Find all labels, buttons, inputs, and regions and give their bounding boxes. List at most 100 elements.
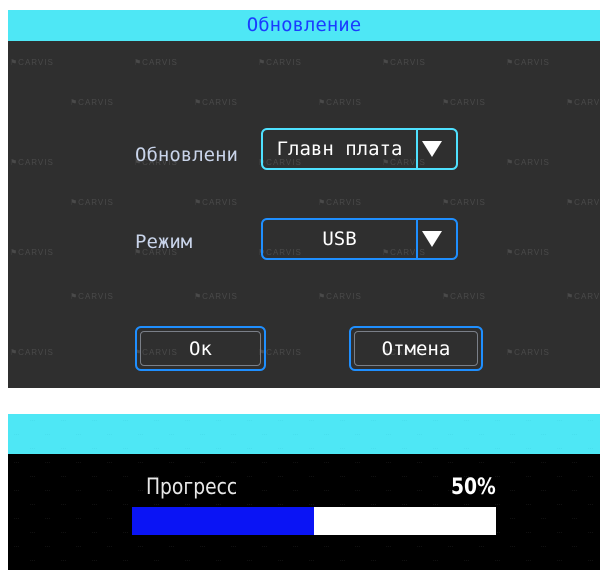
watermark-text: ⚑CARVIS (318, 198, 362, 207)
watermark-text: ··· (433, 446, 438, 452)
watermark-text: ··· (448, 432, 453, 438)
watermark-text: ··· (526, 530, 531, 536)
watermark-text: ··· (340, 558, 345, 564)
watermark-text: ··· (45, 460, 50, 466)
watermark-text: ⚑CARVIS (10, 248, 54, 257)
watermark-text: ··· (138, 488, 143, 494)
watermark-text: ··· (216, 446, 221, 452)
watermark-text: ··· (92, 502, 97, 508)
triangle-down-icon[interactable] (422, 141, 442, 157)
watermark-text: ··· (355, 488, 360, 494)
watermark-text: ··· (588, 530, 593, 536)
watermark-text: ··· (14, 460, 19, 466)
watermark-text: ··· (107, 516, 112, 522)
watermark-text: ··· (92, 418, 97, 424)
watermark-text: ··· (588, 418, 593, 424)
watermark-text: ··· (92, 530, 97, 536)
watermark-text: ··· (30, 530, 35, 536)
watermark-text: ··· (30, 446, 35, 452)
watermark-text: ··· (386, 544, 391, 550)
watermark-text: ⚑CARVIS (566, 98, 600, 107)
update-target-select[interactable]: Главн плата (261, 128, 458, 170)
watermark-text: ··· (309, 474, 314, 480)
watermark-text: ··· (588, 474, 593, 480)
select-divider (416, 220, 418, 258)
ok-button[interactable]: Ок (135, 326, 266, 371)
watermark-text: ⚑CARVIS (258, 58, 302, 67)
watermark-text: ⚑CARVIS (10, 348, 54, 357)
watermark-text: ⚑CARVIS (134, 58, 178, 67)
watermark-text: ··· (510, 488, 515, 494)
watermark-text: ··· (185, 558, 190, 564)
watermark-text: ··· (386, 460, 391, 466)
progress-bar (132, 507, 496, 535)
watermark-text: ··· (45, 516, 50, 522)
watermark-text: ··· (76, 432, 81, 438)
watermark-text: ··· (448, 544, 453, 550)
progress-bar-fill (132, 507, 314, 535)
watermark-text: ··· (510, 516, 515, 522)
mode-value: USB (322, 228, 357, 250)
watermark-text: ··· (433, 474, 438, 480)
progress-panel: ··· ··· ··· ··· ··· ··· ··· ··· ··· ··· ··· ··· ··· ·… (8, 414, 600, 570)
watermark-text: ··· (433, 558, 438, 564)
watermark-text: ··· (45, 432, 50, 438)
watermark-text: ··· (479, 432, 484, 438)
watermark-text: ··· (14, 432, 19, 438)
watermark-text: ··· (541, 432, 546, 438)
watermark-text: ⚑CARVIS (506, 248, 550, 257)
watermark-text: ··· (572, 544, 577, 550)
watermark-text: ··· (495, 446, 500, 452)
watermark-text: ··· (324, 488, 329, 494)
watermark-text: ··· (557, 502, 562, 508)
watermark-text: ⚑CARVIS (382, 58, 426, 67)
watermark-text: ··· (541, 488, 546, 494)
watermark-text: ··· (154, 446, 159, 452)
watermark-text: ··· (169, 432, 174, 438)
watermark-text: ··· (278, 474, 283, 480)
watermark-text: ⚑CARVIS (442, 198, 486, 207)
cancel-button[interactable]: Отмена (349, 326, 483, 371)
watermark-text: ··· (557, 558, 562, 564)
watermark-text: ··· (541, 544, 546, 550)
watermark-text: ··· (107, 460, 112, 466)
progress-percent: 50% (451, 475, 496, 500)
update-target-label: Обновлени (135, 144, 238, 166)
triangle-down-icon[interactable] (422, 231, 442, 247)
dialog-title: Обновление (8, 10, 600, 41)
watermark-text: ··· (417, 488, 422, 494)
watermark-text: ··· (355, 544, 360, 550)
watermark-text: ⚑CARVIS (442, 98, 486, 107)
watermark-text: ··· (464, 446, 469, 452)
watermark-text: ⚑CARVIS (566, 198, 600, 207)
watermark-text: ⚑CARVIS (10, 158, 54, 167)
watermark-text: ··· (30, 418, 35, 424)
watermark-text: ⚑CARVIS (318, 98, 362, 107)
watermark-text: ⚑CARVIS (506, 348, 550, 357)
watermark-text: ··· (14, 544, 19, 550)
watermark-text: ⚑CARVIS (566, 292, 600, 301)
watermark-text: ··· (61, 446, 66, 452)
watermark-text: ··· (309, 558, 314, 564)
watermark-text: ··· (123, 474, 128, 480)
watermark-text: ··· (123, 418, 128, 424)
watermark-text: ··· (293, 544, 298, 550)
watermark-text: ··· (169, 544, 174, 550)
watermark-text: ⚑CARVIS (194, 292, 238, 301)
watermark-text: ··· (61, 418, 66, 424)
watermark-text: ··· (526, 558, 531, 564)
watermark-text: ··· (417, 544, 422, 550)
watermark-text: ··· (541, 460, 546, 466)
watermark-text: ··· (402, 418, 407, 424)
watermark-text: ··· (30, 558, 35, 564)
watermark-text: ··· (588, 558, 593, 564)
watermark-text: ··· (92, 558, 97, 564)
watermark-text: ··· (557, 418, 562, 424)
watermark-text: ··· (154, 558, 159, 564)
watermark-text: ··· (123, 558, 128, 564)
watermark-text: ⚑CARVIS (70, 198, 114, 207)
watermark-text: ··· (417, 460, 422, 466)
watermark-text: ··· (107, 544, 112, 550)
mode-select[interactable]: USB (261, 218, 458, 260)
watermark-text: ··· (138, 432, 143, 438)
